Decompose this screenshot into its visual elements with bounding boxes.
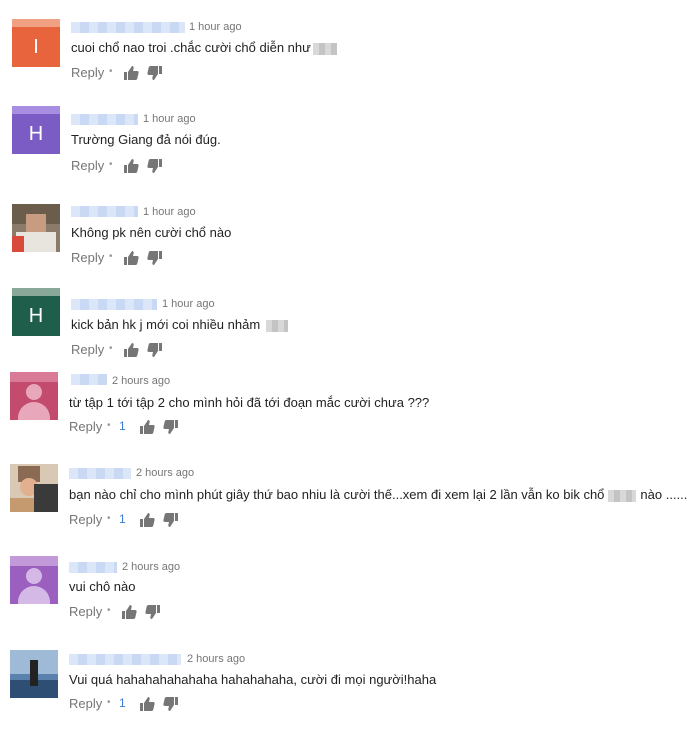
avatar-letter: H [28,123,44,145]
reply-button[interactable]: Reply [69,696,102,711]
comment-time[interactable]: 2 hours ago [122,561,180,573]
thumbs-down-icon[interactable] [147,250,163,266]
thumbs-up-icon[interactable] [121,604,137,620]
author-name[interactable] [71,114,138,125]
redacted-word [312,42,337,55]
author-name[interactable] [69,468,131,479]
comment-actions: Reply • [71,342,191,358]
reply-button[interactable]: Reply [71,158,104,173]
redacted-word [266,319,289,332]
separator-dot: • [107,420,111,431]
comment-text: kick bản hk j mới coi nhiều nhảm [71,317,289,332]
like-count: 1 [119,696,126,710]
comment-actions: Reply • [69,604,189,620]
comment-time[interactable]: 2 hours ago [136,467,194,479]
avatar-letter: H [28,305,44,327]
comment-time[interactable]: 1 hour ago [162,298,215,310]
comment-text: Vui quá hahahahahahaha hahahahaha, cười … [69,672,437,687]
thumbs-up-icon[interactable] [123,158,139,174]
comment-item: 1 hour ago Không pk nên cười chổ nào Rep… [0,184,689,276]
comment-time[interactable]: 1 hour ago [143,113,196,125]
thumbs-down-icon[interactable] [145,604,161,620]
comment-text: bạn nào chỉ cho mình phút giây thứ bao n… [69,487,687,502]
reply-button[interactable]: Reply [69,419,102,434]
comment-item: H 1 hour ago Trường Giang đả nói đúg. Re… [0,92,689,184]
comment-time[interactable]: 2 hours ago [112,375,170,387]
comment-actions: Reply • 1 [69,512,189,528]
comment-item: I 1 hour ago cuoi chổ nao troi .chắc cườ… [0,0,689,92]
comment-item: 2 hours ago Vui quá hahahahahahaha hahah… [0,644,689,736]
avatar[interactable] [12,204,60,252]
thumbs-up-icon[interactable] [139,512,155,528]
comment-text: Trường Giang đả nói đúg. [71,132,221,147]
redacted-word [608,489,637,502]
separator-dot: • [107,697,111,708]
reply-button[interactable]: Reply [69,604,102,619]
reply-button[interactable]: Reply [71,65,104,80]
comment-text-content: kick bản hk j mới coi nhiều nhảm [71,317,261,332]
comment-text-content: bạn nào chỉ cho mình phút giây thứ bao n… [69,487,605,502]
avatar[interactable]: I [12,19,60,67]
comment-actions: Reply • [71,158,191,174]
comment-time[interactable]: 2 hours ago [187,653,245,665]
avatar[interactable]: H [12,288,60,336]
comment-item: 2 hours ago từ tập 1 tới tập 2 cho mình … [0,368,689,460]
comment-item: H 1 hour ago kick bản hk j mới coi nhiều… [0,276,689,368]
separator-dot: • [109,66,113,77]
thumbs-up-icon[interactable] [139,419,155,435]
separator-dot: • [107,513,111,524]
comment-text: cuoi chổ nao troi .chắc cười chổ diễn nh… [71,40,337,55]
comment-text: vui chô nào [69,579,136,594]
avatar[interactable] [10,372,58,420]
thumbs-up-icon[interactable] [123,342,139,358]
thumbs-down-icon[interactable] [147,342,163,358]
comment-text-tail: nào ...... [640,487,688,502]
separator-dot: • [107,605,111,616]
like-count: 1 [119,419,126,433]
avatar[interactable] [10,464,58,512]
separator-dot: • [109,343,113,354]
thumbs-down-icon[interactable] [163,512,179,528]
like-count: 1 [119,512,126,526]
author-name[interactable] [69,654,181,665]
thumbs-up-icon[interactable] [123,65,139,81]
author-name[interactable] [69,562,117,573]
comment-text: Không pk nên cười chổ nào [71,225,232,240]
author-name[interactable] [71,22,185,33]
avatar[interactable]: H [12,106,60,154]
comment-item: 2 hours ago vui chô nào Reply • [0,552,689,644]
avatar-letter: I [33,36,39,58]
comment-actions: Reply • 1 [69,696,189,712]
comment-item: 2 hours ago bạn nào chỉ cho mình phút gi… [0,460,689,552]
author-name[interactable] [71,206,138,217]
avatar[interactable] [10,556,58,604]
separator-dot: • [109,159,113,170]
thumbs-up-icon[interactable] [123,250,139,266]
comment-text: từ tập 1 tới tập 2 cho mình hỏi đã tới đ… [69,395,430,410]
thumbs-down-icon[interactable] [147,158,163,174]
author-name[interactable] [71,299,157,310]
reply-button[interactable]: Reply [71,250,104,265]
thumbs-down-icon[interactable] [163,696,179,712]
thumbs-down-icon[interactable] [147,65,163,81]
comment-time[interactable]: 1 hour ago [189,21,242,33]
comment-actions: Reply • [71,250,191,266]
separator-dot: • [109,251,113,262]
comment-actions: Reply • [71,65,191,81]
thumbs-down-icon[interactable] [163,419,179,435]
reply-button[interactable]: Reply [71,342,104,357]
author-name[interactable] [71,374,107,385]
comment-actions: Reply • 1 [69,419,189,435]
comment-text-content: cuoi chổ nao troi .chắc cười chổ diễn nh… [71,40,311,55]
thumbs-up-icon[interactable] [139,696,155,712]
reply-button[interactable]: Reply [69,512,102,527]
avatar[interactable] [10,650,58,698]
comment-time[interactable]: 1 hour ago [143,206,196,218]
